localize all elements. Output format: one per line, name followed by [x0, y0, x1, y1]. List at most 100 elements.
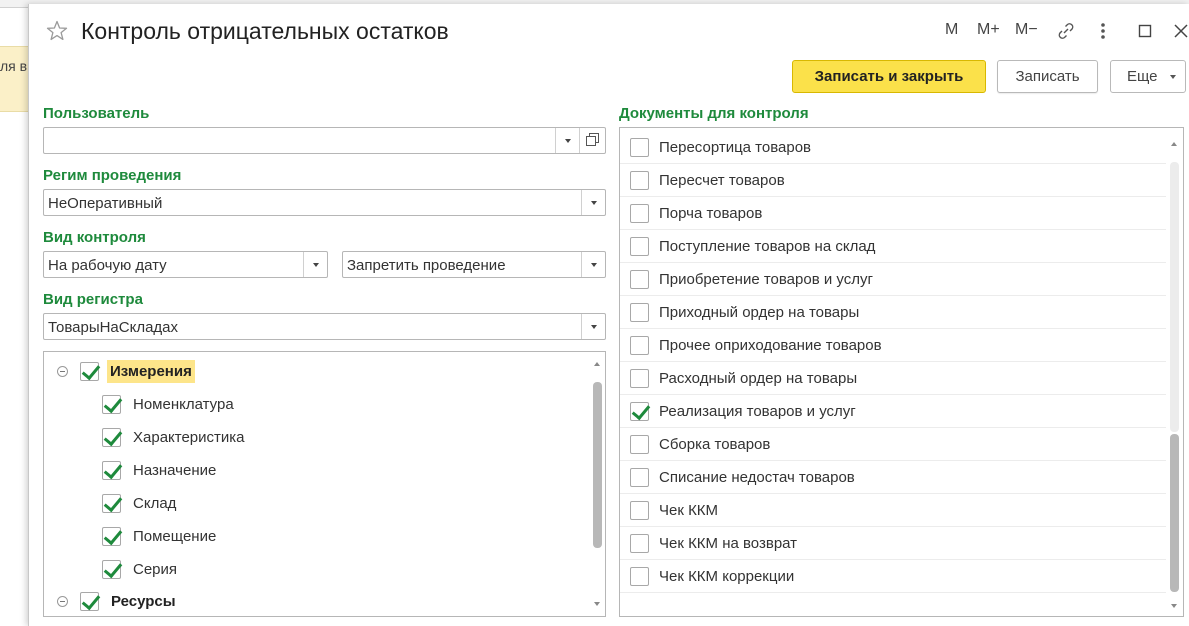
link-icon[interactable]: [1055, 20, 1077, 42]
tree-item-row[interactable]: Помещение: [102, 523, 216, 549]
document-label: Пересортица товаров: [659, 138, 812, 156]
more-button-label: Еще: [1127, 68, 1158, 85]
collapse-icon[interactable]: [57, 365, 68, 377]
close-icon[interactable]: [1170, 20, 1189, 42]
tree-item-checkbox[interactable]: [102, 394, 121, 414]
document-row[interactable]: Расходный ордер на товары: [620, 362, 1166, 395]
tree-item-checkbox[interactable]: [102, 460, 121, 480]
document-row[interactable]: Приобретение товаров и услуг: [620, 263, 1166, 296]
document-checkbox[interactable]: [630, 269, 649, 289]
favorite-star-icon[interactable]: [45, 19, 69, 43]
chevron-down-icon: [1170, 75, 1176, 79]
scroll-up-arrow-icon[interactable]: [1171, 142, 1177, 146]
tree-group-checkbox[interactable]: [80, 591, 99, 611]
memory-minus-button[interactable]: M−: [1015, 21, 1038, 39]
save-and-close-button[interactable]: Записать и закрыть: [792, 60, 986, 93]
memory-plus-button[interactable]: M+: [977, 21, 1000, 39]
scroll-up-arrow-icon[interactable]: [594, 362, 600, 366]
maximize-icon[interactable]: [1134, 20, 1156, 42]
tree-group-checkbox[interactable]: [80, 361, 99, 381]
control-date-dropdown-button[interactable]: [303, 252, 327, 277]
tree-scrollbar[interactable]: [593, 352, 602, 616]
user-field[interactable]: [43, 127, 606, 154]
tree-item-label: Номенклатура: [133, 395, 234, 413]
tree-item-row[interactable]: Склад: [102, 490, 176, 516]
control-action-value: Запретить проведение: [347, 257, 506, 274]
document-checkbox[interactable]: [630, 401, 649, 421]
document-label: Реализация товаров и услуг: [659, 402, 856, 420]
document-row[interactable]: Реализация товаров и услуг: [620, 395, 1166, 428]
tree-item-row[interactable]: Серия: [102, 556, 177, 582]
tree-item-row[interactable]: Назначение: [102, 457, 216, 483]
tree-item-checkbox[interactable]: [102, 526, 121, 546]
mode-dropdown-button[interactable]: [581, 190, 605, 215]
register-dropdown-button[interactable]: [581, 314, 605, 339]
tree-item-label: Назначение: [133, 461, 217, 479]
control-label: Вид контроля: [43, 229, 146, 246]
document-row[interactable]: Чек ККМ: [620, 494, 1166, 527]
tree-item-checkbox[interactable]: [102, 493, 121, 513]
document-row[interactable]: Списание недостач товаров: [620, 461, 1166, 494]
tree-item-checkbox[interactable]: [102, 427, 121, 447]
document-checkbox[interactable]: [630, 500, 649, 520]
save-button[interactable]: Записать: [997, 60, 1098, 93]
tree-item-checkbox[interactable]: [102, 559, 121, 579]
document-row[interactable]: Порча товаров: [620, 197, 1166, 230]
tree-item-row[interactable]: Характеристика: [102, 424, 245, 450]
background-notice-text: ля в: [0, 58, 28, 74]
document-checkbox[interactable]: [630, 302, 649, 322]
tree-group-row[interactable]: Измерения: [57, 358, 195, 384]
register-label: Вид регистра: [43, 291, 143, 308]
document-checkbox[interactable]: [630, 368, 649, 388]
document-checkbox[interactable]: [630, 533, 649, 553]
document-row[interactable]: Сборка товаров: [620, 428, 1166, 461]
collapse-icon[interactable]: [57, 595, 68, 607]
document-row[interactable]: Приходный ордер на товары: [620, 296, 1166, 329]
document-checkbox[interactable]: [630, 170, 649, 190]
document-label: Приобретение товаров и услуг: [659, 270, 873, 288]
documents-scrollbar-thumb[interactable]: [1170, 434, 1179, 592]
document-checkbox[interactable]: [630, 335, 649, 355]
control-action-dropdown-button[interactable]: [581, 252, 605, 277]
more-button[interactable]: Еще: [1110, 60, 1186, 93]
register-select[interactable]: ТоварыНаСкладах: [43, 313, 606, 340]
document-checkbox[interactable]: [630, 137, 649, 157]
register-fields-tree: Измерения Номенклатура Характеристика На…: [43, 351, 606, 617]
document-row[interactable]: Чек ККМ коррекции: [620, 560, 1166, 593]
window-title: Контроль отрицательных остатков: [81, 18, 449, 44]
documents-scrollbar[interactable]: [1170, 128, 1179, 616]
scroll-down-arrow-icon[interactable]: [594, 602, 600, 606]
mode-select-value: НеОперативный: [48, 195, 163, 212]
tree-scrollbar-thumb[interactable]: [593, 382, 602, 548]
document-label: Порча товаров: [659, 204, 763, 222]
user-dropdown-button[interactable]: [555, 128, 579, 153]
document-checkbox[interactable]: [630, 434, 649, 454]
documents-list: Пересортица товаров Пересчет товаров Пор…: [619, 127, 1184, 617]
control-date-value: На рабочую дату: [48, 257, 167, 274]
scroll-down-arrow-icon[interactable]: [1171, 604, 1177, 608]
document-checkbox[interactable]: [630, 236, 649, 256]
document-row[interactable]: Пересчет товаров: [620, 164, 1166, 197]
control-action-select[interactable]: Запретить проведение: [342, 251, 606, 278]
document-checkbox[interactable]: [630, 467, 649, 487]
document-row[interactable]: Прочее оприходование товаров: [620, 329, 1166, 362]
tree-group-label: Измерения: [107, 359, 195, 383]
tree-group-row[interactable]: Ресурсы: [57, 588, 176, 614]
tree-item-label: Серия: [133, 560, 178, 578]
document-checkbox[interactable]: [630, 203, 649, 223]
documents-scrollbar-track[interactable]: [1170, 162, 1179, 432]
control-date-select[interactable]: На рабочую дату: [43, 251, 328, 278]
tree-item-row[interactable]: Номенклатура: [102, 391, 234, 417]
document-checkbox[interactable]: [630, 566, 649, 586]
document-label: Пересчет товаров: [659, 171, 785, 189]
document-row[interactable]: Поступление товаров на склад: [620, 230, 1166, 263]
mode-select[interactable]: НеОперативный: [43, 189, 606, 216]
user-open-button[interactable]: [579, 128, 605, 153]
more-vertical-icon[interactable]: [1092, 20, 1114, 42]
document-label: Сборка товаров: [659, 435, 771, 453]
document-row[interactable]: Пересортица товаров: [620, 131, 1166, 164]
memory-m-button[interactable]: M: [945, 21, 958, 39]
tree-item-label: Помещение: [133, 527, 217, 545]
mode-label: Регим проведения: [43, 167, 182, 184]
document-row[interactable]: Чек ККМ на возврат: [620, 527, 1166, 560]
